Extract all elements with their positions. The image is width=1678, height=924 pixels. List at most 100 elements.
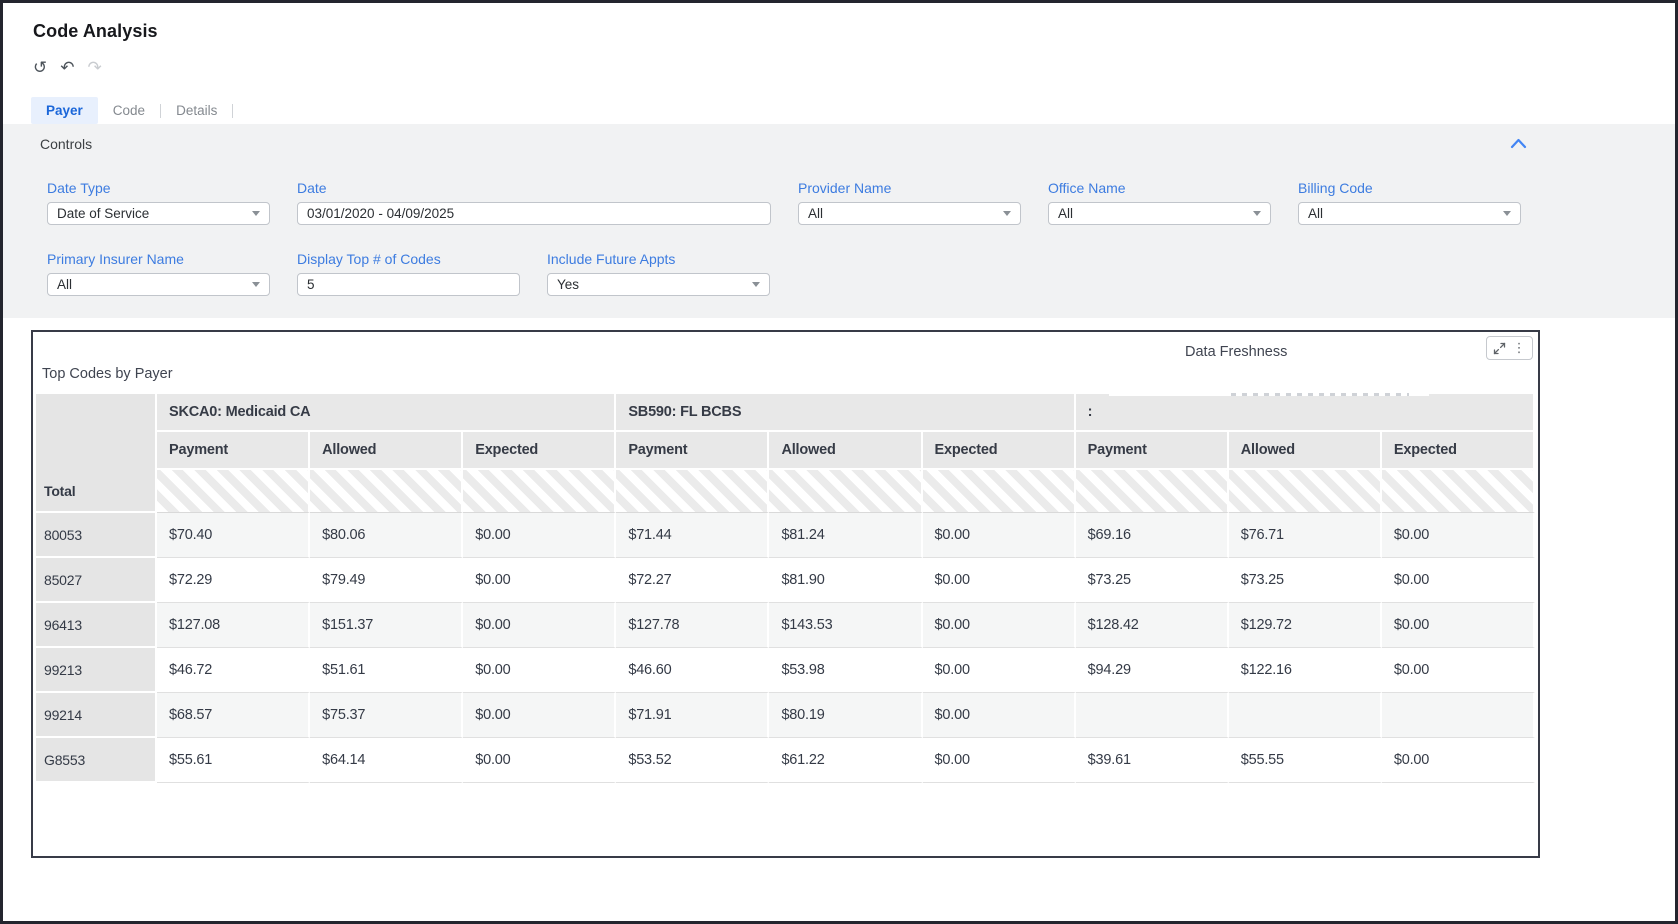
top-codes-field: Display Top # of Codes — [297, 251, 520, 296]
value-cell: $76.71 — [1229, 513, 1382, 558]
value-cell — [1076, 693, 1229, 738]
code-cell: G8553 — [36, 738, 157, 783]
value-cell: $70.40 — [157, 513, 310, 558]
data-freshness-clipped-text — [1231, 393, 1409, 396]
total-hatched-cell — [1229, 470, 1382, 513]
top-codes-input-box — [297, 273, 520, 296]
table-row-99213: 99213$46.72$51.61$0.00$46.60$53.98$0.00$… — [36, 648, 1535, 693]
sub-header-expected: Expected — [1382, 432, 1535, 470]
value-cell: $0.00 — [923, 558, 1076, 603]
page-title: Code Analysis — [33, 21, 158, 42]
value-cell: $73.25 — [1229, 558, 1382, 603]
provider-name-value: All — [808, 206, 823, 221]
value-cell: $81.24 — [769, 513, 922, 558]
tab-details[interactable]: Details — [161, 97, 232, 124]
total-hatched-cell — [463, 470, 616, 513]
date-field: Date — [297, 180, 771, 225]
value-cell: $0.00 — [463, 648, 616, 693]
top-codes-table: SKCA0: Medicaid CASB590: FL BCBS:Payment… — [36, 394, 1535, 783]
value-cell: $127.08 — [157, 603, 310, 648]
widget-title: Top Codes by Payer — [42, 366, 173, 382]
value-cell: $53.52 — [616, 738, 769, 783]
chevron-down-icon — [252, 211, 260, 216]
tab-code[interactable]: Code — [98, 97, 160, 124]
total-hatched-cell — [157, 470, 310, 513]
chevron-down-icon — [1253, 211, 1261, 216]
widget-actions: ⋮ — [1486, 336, 1533, 360]
value-cell: $0.00 — [1382, 648, 1535, 693]
code-cell: 96413 — [36, 603, 157, 648]
total-row-label: Total — [36, 470, 157, 513]
billing-code-label: Billing Code — [1298, 180, 1521, 196]
office-name-select[interactable]: All — [1048, 202, 1271, 225]
value-cell: $0.00 — [1382, 603, 1535, 648]
value-cell: $0.00 — [923, 693, 1076, 738]
payer-group-header-0: SKCA0: Medicaid CA — [157, 394, 616, 432]
date-range-input[interactable] — [307, 206, 761, 221]
value-cell: $80.06 — [310, 513, 463, 558]
toolbar: ↺ ↶ ↷ — [33, 60, 102, 77]
chevron-down-icon — [1503, 211, 1511, 216]
controls-panel: Controls Date Type Date of Service Date … — [3, 124, 1675, 318]
provider-name-select[interactable]: All — [798, 202, 1021, 225]
total-hatched-cell — [1076, 470, 1229, 513]
value-cell: $94.29 — [1076, 648, 1229, 693]
tab-payer[interactable]: Payer — [31, 97, 98, 124]
value-cell: $61.22 — [769, 738, 922, 783]
table-row-G8553: G8553$55.61$64.14$0.00$53.52$61.22$0.00$… — [36, 738, 1535, 783]
value-cell: $55.61 — [157, 738, 310, 783]
value-cell: $127.78 — [616, 603, 769, 648]
primary-insurer-label: Primary Insurer Name — [47, 251, 270, 267]
sub-header-payment: Payment — [157, 432, 310, 470]
value-cell: $0.00 — [923, 648, 1076, 693]
table-corner-cell — [36, 394, 157, 470]
future-appts-value: Yes — [557, 277, 579, 292]
refresh-icon[interactable]: ↺ — [33, 60, 47, 77]
payer-group-header-1: SB590: FL BCBS — [616, 394, 1075, 432]
total-hatched-cell — [616, 470, 769, 513]
value-cell: $46.72 — [157, 648, 310, 693]
primary-insurer-select[interactable]: All — [47, 273, 270, 296]
chevron-up-icon — [1510, 138, 1527, 149]
date-type-select[interactable]: Date of Service — [47, 202, 270, 225]
top-codes-table-wrap: SKCA0: Medicaid CASB590: FL BCBS:Payment… — [36, 394, 1535, 783]
top-codes-widget: Top Codes by Payer Data Freshness ⋮ SKCA… — [31, 330, 1540, 858]
future-appts-select[interactable]: Yes — [547, 273, 770, 296]
top-codes-label: Display Top # of Codes — [297, 251, 520, 267]
kebab-menu-icon[interactable]: ⋮ — [1513, 342, 1526, 355]
billing-code-field: Billing Code All — [1298, 180, 1521, 225]
office-name-field: Office Name All — [1048, 180, 1271, 225]
value-cell: $72.29 — [157, 558, 310, 603]
primary-insurer-field: Primary Insurer Name All — [47, 251, 270, 296]
value-cell: $51.61 — [310, 648, 463, 693]
value-cell: $72.27 — [616, 558, 769, 603]
primary-insurer-value: All — [57, 277, 72, 292]
future-appts-field: Include Future Appts Yes — [547, 251, 770, 296]
chevron-down-icon — [252, 282, 260, 287]
value-cell — [1382, 693, 1535, 738]
value-cell: $0.00 — [923, 513, 1076, 558]
top-codes-input[interactable] — [307, 277, 510, 292]
expand-icon[interactable] — [1493, 342, 1506, 355]
tab-divider — [232, 104, 233, 118]
value-cell: $71.91 — [616, 693, 769, 738]
undo-icon[interactable]: ↶ — [60, 60, 74, 77]
table-row-96413: 96413$127.08$151.37$0.00$127.78$143.53$0… — [36, 603, 1535, 648]
provider-name-label: Provider Name — [798, 180, 1021, 196]
value-cell: $81.90 — [769, 558, 922, 603]
chevron-down-icon — [752, 282, 760, 287]
billing-code-select[interactable]: All — [1298, 202, 1521, 225]
value-cell: $68.57 — [157, 693, 310, 738]
value-cell: $0.00 — [463, 693, 616, 738]
redo-icon[interactable]: ↷ — [88, 60, 102, 77]
collapse-controls-button[interactable] — [1510, 136, 1527, 154]
sub-header-allowed: Allowed — [310, 432, 463, 470]
sub-header-payment: Payment — [616, 432, 769, 470]
value-cell: $0.00 — [923, 603, 1076, 648]
value-cell: $0.00 — [463, 513, 616, 558]
value-cell: $73.25 — [1076, 558, 1229, 603]
value-cell: $0.00 — [463, 558, 616, 603]
value-cell: $79.49 — [310, 558, 463, 603]
value-cell: $75.37 — [310, 693, 463, 738]
sub-header-expected: Expected — [463, 432, 616, 470]
